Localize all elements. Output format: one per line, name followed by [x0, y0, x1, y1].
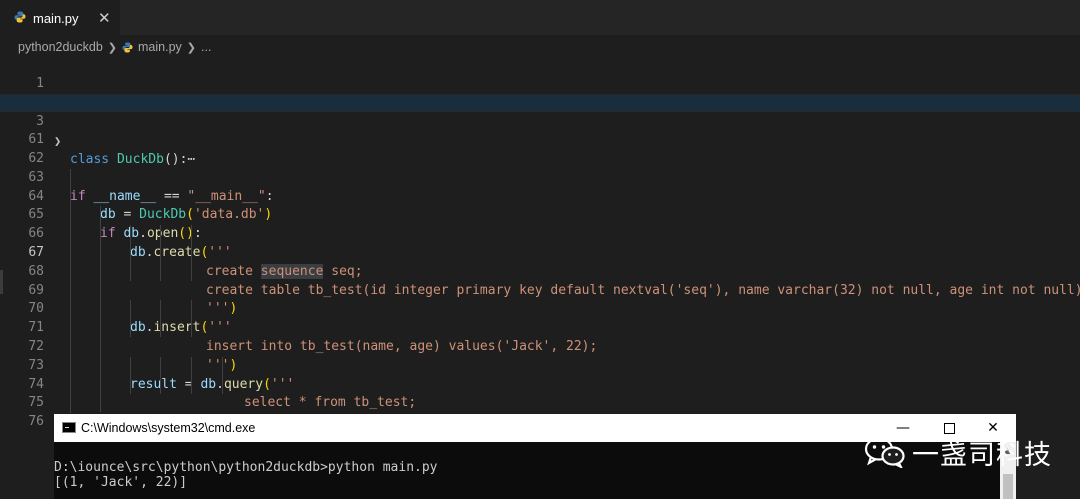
chevron-right-icon: ❯	[186, 41, 197, 54]
terminal-icon	[62, 422, 76, 433]
code-line: 68 create table tb_test(id integer prima…	[0, 244, 1080, 298]
line-number: 76	[28, 414, 44, 430]
code-line: 75 ''')	[0, 376, 1080, 429]
code-line: 61	[0, 112, 1080, 147]
python-icon	[122, 41, 133, 53]
watermark: 一盏司科技	[864, 432, 1052, 472]
code-editor[interactable]: 1 import duckdb 3 ❯ class DuckDb():⋯ 61 …	[0, 56, 1080, 448]
code-line: 72 ''')	[0, 319, 1080, 373]
cmd-title: C:\Windows\system32\cmd.exe	[81, 421, 256, 435]
code-line: 65 if db.open():	[0, 188, 1080, 241]
cmd-output-line: [(1, 'Jack', 22)]	[54, 475, 188, 490]
code-line: 73 result = db.query('''	[0, 338, 1080, 392]
watermark-text: 一盏司科技	[912, 439, 1052, 471]
breadcrumb-more[interactable]: ...	[201, 40, 211, 54]
scrollbar-thumb[interactable]	[1003, 474, 1013, 499]
code-line: 62	[0, 131, 1080, 166]
code-line: 69 ''')	[0, 263, 1080, 317]
code-line: 70 db.insert('''	[0, 282, 1080, 335]
tab-bar: main.py ✕	[0, 0, 1080, 35]
chevron-right-icon: ❯	[107, 41, 118, 54]
code-line: 66 db.create('''	[0, 206, 1080, 260]
code-line: 67 create sequence seq;	[0, 225, 1080, 279]
code-line: 64 db = DuckDb('data.db')	[0, 169, 1080, 223]
line-number: 1	[36, 75, 44, 91]
breadcrumb-folder[interactable]: python2duckdb	[18, 40, 103, 54]
code-line-folded: 3 ❯ class DuckDb():⋯	[0, 93, 1080, 167]
code-line: 76 print(result)	[0, 394, 1080, 448]
code-line: 71 insert into tb_test(name, age) values…	[0, 300, 1080, 354]
close-icon[interactable]: ✕	[98, 9, 111, 27]
code-line: 1 import duckdb	[0, 56, 1080, 110]
code-line: 74 select * from tb_test;	[0, 357, 1080, 411]
python-icon	[14, 11, 26, 23]
breadcrumb-file[interactable]: main.py	[138, 40, 182, 54]
tab-label: main.py	[33, 11, 79, 26]
wechat-icon	[864, 437, 905, 468]
breadcrumb: python2duckdb ❯ main.py ❯ ...	[18, 38, 211, 56]
cmd-output-line: D:\iounce\src\python\python2duckdb>pytho…	[54, 460, 438, 475]
tab-main-py[interactable]: main.py ✕	[0, 0, 120, 35]
code-line: 63 if __name__ == "__main__":	[0, 150, 1080, 204]
